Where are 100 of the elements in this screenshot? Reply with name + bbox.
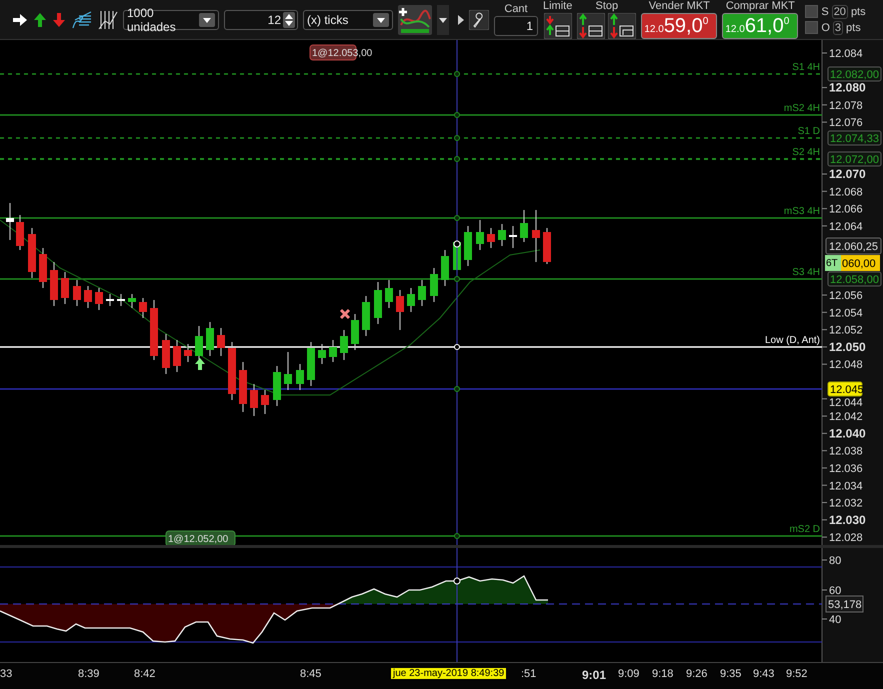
quantity-dropdown[interactable]: 1000 unidades — [123, 10, 219, 30]
time-label: 9:01 — [582, 668, 606, 682]
level-label: S2 4H — [792, 147, 820, 158]
price-tick-label: 12.078 — [829, 100, 863, 112]
price-tick-label: 12.084 — [829, 48, 863, 60]
time-label: 9:35 — [720, 668, 742, 680]
oscillator-tick-label: 60 — [829, 585, 842, 597]
candlestick — [385, 280, 393, 308]
candlestick — [307, 342, 315, 386]
offset-label: S — [821, 6, 829, 18]
candlestick — [464, 226, 472, 266]
market-order-label: Comprar MKT — [726, 0, 795, 12]
last-price-tag: 12.060,25 — [826, 238, 882, 254]
level-label: mS2 D — [789, 524, 820, 535]
level-label: S1 D — [798, 126, 820, 137]
unit-label: pts — [850, 6, 866, 18]
candlestick — [476, 220, 484, 250]
stop-limit-order-icon[interactable] — [608, 13, 636, 39]
candlestick — [418, 280, 426, 306]
candlestick — [329, 340, 337, 362]
quantity-label: Cant — [504, 3, 528, 15]
offset-field[interactable]: 3 — [832, 20, 844, 34]
candlestick — [362, 296, 370, 336]
cross-marker-icon — [340, 308, 350, 320]
level-label: S3 4H — [792, 267, 820, 278]
price-tick-label: 12.080 — [829, 80, 866, 95]
candlestick — [217, 328, 225, 356]
price-tick-label: 12.034 — [829, 480, 863, 492]
candlestick — [441, 250, 449, 286]
candlestick — [351, 314, 359, 350]
indicators-button-icon[interactable] — [398, 4, 432, 34]
bars-tool-icon[interactable] — [98, 8, 118, 30]
candlestick — [106, 294, 114, 306]
candlestick — [6, 202, 14, 240]
candlestick — [84, 286, 92, 308]
level-price-tag: 12.058,00 — [828, 272, 882, 286]
candlestick — [150, 300, 158, 360]
quantity-field[interactable]: 1 — [494, 16, 538, 36]
candlestick — [228, 342, 236, 400]
position-price-tag: 060,00 — [841, 255, 880, 271]
price-tick-label: 12.048 — [829, 359, 863, 372]
time-label: 9:18 — [652, 668, 674, 680]
time-label: 33 — [0, 668, 12, 680]
right-arrow-icon[interactable] — [12, 12, 28, 26]
candlestick — [61, 272, 69, 304]
offset-field[interactable]: 20 — [832, 4, 848, 18]
offset-label: O — [821, 22, 830, 34]
candlestick — [173, 340, 181, 372]
price-tick-label: 12.032 — [829, 498, 863, 510]
checkbox[interactable] — [805, 21, 818, 34]
time-label: 8:45 — [300, 668, 322, 680]
candlestick — [206, 322, 214, 356]
price-tick-label: 12.054 — [829, 307, 863, 320]
caret-icon — [199, 12, 215, 26]
drawing-tool-icon[interactable] — [71, 10, 93, 30]
oscillator-tick-label: 40 — [829, 614, 842, 626]
price-tick-label: 12.030 — [829, 512, 866, 527]
checkbox[interactable] — [805, 5, 818, 18]
position-badge: 6T — [825, 255, 841, 271]
candlestick — [296, 364, 304, 390]
sell-market-button[interactable]: 12.059,0$^{0}$ — [641, 13, 718, 39]
price-tick-label: 12.056 — [829, 290, 863, 302]
candlestick — [250, 384, 258, 416]
stop-label: Stop — [596, 0, 618, 12]
level-price-tag: 12.082,00 — [828, 66, 882, 82]
time-label: 9:09 — [618, 668, 640, 680]
spin-arrows-icon — [283, 12, 295, 28]
limit-order-icon[interactable] — [544, 13, 572, 39]
time-label: jue 23-may-2019 8:49:39 — [391, 668, 506, 679]
level-label: mS3 4H — [784, 206, 820, 217]
up-arrow-icon[interactable] — [33, 12, 47, 28]
expand-icon[interactable] — [458, 14, 464, 24]
price-tick-label: 12.028 — [829, 532, 863, 544]
candlestick — [396, 290, 404, 330]
candlestick — [95, 288, 103, 310]
ticks-dropdown[interactable]: (x) ticks — [303, 10, 393, 30]
time-label: 9:52 — [786, 668, 808, 680]
stop-order-icon[interactable] — [577, 13, 606, 39]
candlestick — [273, 366, 281, 406]
time-label: 8:42 — [134, 668, 156, 680]
wrench-icon[interactable] — [469, 10, 489, 30]
candlestick — [318, 344, 326, 364]
candlestick — [50, 262, 58, 306]
price-tick-label: 12.052 — [829, 324, 863, 337]
candlestick — [509, 226, 517, 248]
price-tick-label: 12.070 — [829, 167, 866, 182]
caret-icon[interactable] — [437, 4, 449, 34]
candlestick — [407, 288, 415, 312]
candlestick — [520, 210, 528, 242]
candlestick — [340, 330, 348, 360]
unit-label: pts — [846, 22, 861, 34]
up-arrow-marker-icon — [195, 358, 205, 370]
level-price-tag: 12.072,00 — [828, 152, 882, 166]
candlestick — [498, 224, 506, 246]
buy-order-tag[interactable]: 1@12.052,00 — [166, 530, 236, 545]
ticks-spinner[interactable]: 12 — [224, 10, 298, 30]
price-tick-label: 12.064 — [829, 220, 863, 233]
down-arrow-icon[interactable] — [52, 12, 66, 28]
price-tick-label: 12.042 — [829, 411, 863, 424]
price-tick-label: 12.050 — [829, 340, 866, 354]
